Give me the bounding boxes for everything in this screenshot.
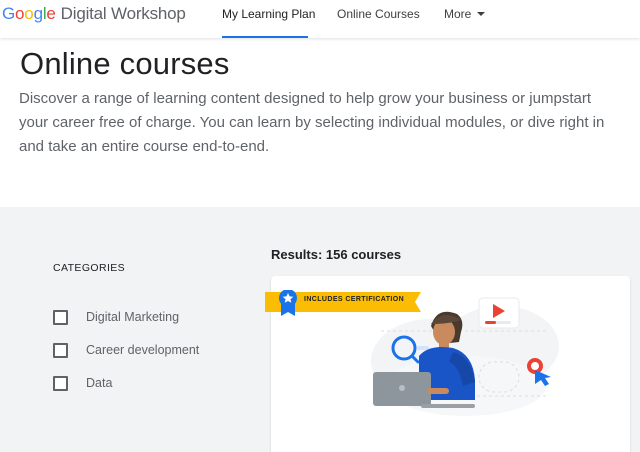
nav-my-learning-plan[interactable]: My Learning Plan [222, 0, 315, 38]
checkbox[interactable] [53, 375, 68, 391]
logo-letter: o [24, 4, 34, 23]
category-label: Data [86, 376, 113, 390]
checkbox[interactable] [53, 342, 68, 358]
certification-label: INCLUDES CERTIFICATION [304, 296, 405, 303]
caret-down-icon [477, 12, 486, 16]
category-filter-career-development[interactable]: Career development [53, 342, 199, 358]
nav-more-label: More [444, 7, 472, 21]
results-count: Results: 156 courses [271, 247, 402, 262]
logo-letter: e [46, 4, 56, 23]
categories-heading: CATEGORIES [53, 262, 126, 274]
page-title: Online courses [20, 46, 230, 81]
category-label: Digital Marketing [86, 310, 180, 324]
certification-badge [265, 290, 421, 316]
nav-online-courses[interactable]: Online Courses [337, 0, 420, 38]
logo-letter: o [15, 4, 25, 23]
page-description: Discover a range of learning content des… [19, 90, 605, 155]
category-label: Career development [86, 343, 200, 357]
category-filter-digital-marketing[interactable]: Digital Marketing [53, 309, 179, 325]
category-filter-data[interactable]: Data [53, 375, 112, 391]
checkbox[interactable] [53, 309, 68, 325]
top-navigation: Google Digital Workshop My Learning Plan… [0, 0, 640, 38]
logo-product-name: Digital Workshop [60, 4, 186, 23]
nav-more-menu[interactable]: More [444, 0, 486, 38]
logo-letter: g [33, 4, 43, 23]
google-digital-workshop-logo[interactable]: Google Digital Workshop [2, 4, 186, 26]
logo-letter: G [2, 4, 16, 23]
